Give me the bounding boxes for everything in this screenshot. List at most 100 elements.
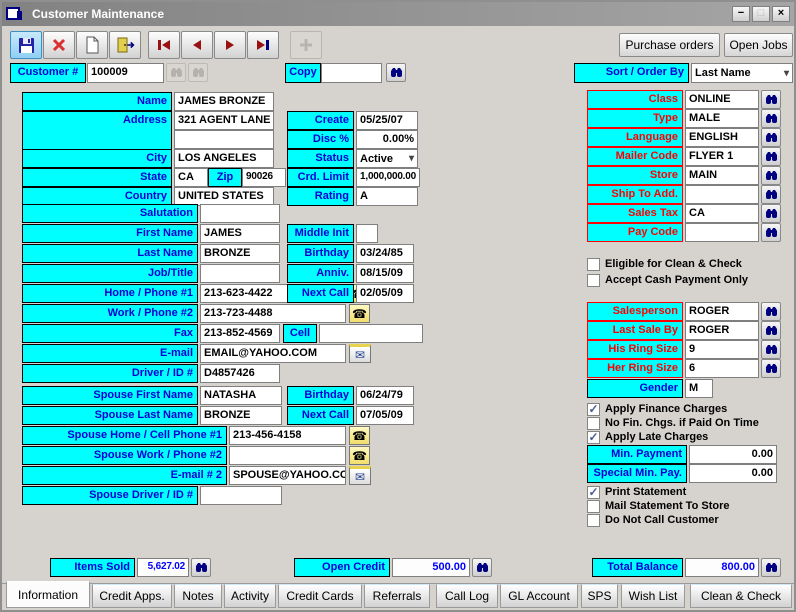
spouse-work-phone-dial-button[interactable]: ☎ bbox=[349, 446, 370, 465]
rating-input[interactable]: A bbox=[356, 187, 418, 206]
language-input[interactable]: ENGLISH bbox=[685, 128, 759, 147]
middle-init-input[interactable] bbox=[356, 224, 378, 243]
last-name-input[interactable]: BRONZE bbox=[200, 244, 280, 263]
tab-information[interactable]: Information bbox=[6, 581, 90, 608]
gender-input[interactable]: M bbox=[685, 379, 713, 398]
tab-credit-cards[interactable]: Credit Cards bbox=[278, 584, 362, 608]
ship-to-search-button[interactable] bbox=[761, 185, 781, 204]
open-jobs-button[interactable]: Open Jobs bbox=[724, 33, 793, 57]
copy-search-button[interactable] bbox=[386, 63, 406, 82]
spouse-first-name-input[interactable]: NATASHA bbox=[200, 386, 282, 405]
apply-late-charges-checkbox[interactable]: ✓ Apply Late Charges bbox=[587, 430, 708, 444]
tab-sps[interactable]: SPS bbox=[581, 584, 618, 608]
copy-input[interactable] bbox=[321, 63, 382, 83]
tab-activity[interactable]: Activity bbox=[224, 584, 276, 608]
state-input[interactable]: CA bbox=[174, 168, 208, 187]
class-search-button[interactable] bbox=[761, 90, 781, 109]
credit-limit-input[interactable]: 1,000,000.00 bbox=[356, 168, 420, 187]
her-ring-size-search-button[interactable] bbox=[761, 359, 781, 378]
ship-to-input[interactable] bbox=[685, 185, 759, 204]
first-record-button[interactable] bbox=[148, 31, 180, 59]
minimize-button[interactable]: − bbox=[732, 6, 750, 22]
class-input[interactable]: ONLINE bbox=[685, 90, 759, 109]
sort-order-dropdown[interactable]: Last Name ▾ bbox=[691, 63, 793, 83]
job-title-input[interactable] bbox=[200, 264, 280, 283]
no-fin-chgs-checkbox[interactable]: ✓ No Fin. Chgs. if Paid On Time bbox=[587, 416, 759, 430]
store-input[interactable]: MAIN bbox=[685, 166, 759, 185]
language-search-button[interactable] bbox=[761, 128, 781, 147]
open-credit-search-button[interactable] bbox=[472, 558, 492, 577]
spouse-driver-id-input[interactable] bbox=[200, 486, 282, 505]
exit-button[interactable] bbox=[109, 31, 141, 59]
send-email-button[interactable]: ✉ bbox=[349, 344, 371, 363]
close-button[interactable]: × bbox=[772, 6, 790, 22]
salesperson-search-button[interactable] bbox=[761, 302, 781, 321]
mail-statement-to-store-checkbox[interactable]: ✓ Mail Statement To Store bbox=[587, 499, 729, 513]
special-min-pay-input[interactable]: 0.00 bbox=[689, 464, 777, 483]
type-input[interactable]: MALE bbox=[685, 109, 759, 128]
eligible-clean-check-checkbox[interactable]: ✓ Eligible for Clean & Check bbox=[587, 257, 742, 271]
sales-tax-search-button[interactable] bbox=[761, 204, 781, 223]
delete-button[interactable] bbox=[43, 31, 75, 59]
mailer-code-search-button[interactable] bbox=[761, 147, 781, 166]
status-dropdown[interactable]: Active ▾ bbox=[356, 149, 418, 168]
save-button[interactable] bbox=[10, 31, 42, 59]
store-search-button[interactable] bbox=[761, 166, 781, 185]
tab-wish-list[interactable]: Wish List bbox=[621, 584, 685, 608]
disc-input[interactable]: 0.00% bbox=[356, 130, 418, 149]
cell-input[interactable] bbox=[319, 324, 423, 343]
spouse-home-phone-input[interactable]: 213-456-4158 bbox=[229, 426, 346, 445]
his-ring-size-search-button[interactable] bbox=[761, 340, 781, 359]
first-name-input[interactable]: JAMES bbox=[200, 224, 280, 243]
spouse-work-phone-input[interactable] bbox=[229, 446, 346, 465]
new-record-button[interactable] bbox=[76, 31, 108, 59]
city-input[interactable]: LOS ANGELES bbox=[174, 149, 274, 168]
his-ring-size-input[interactable]: 9 bbox=[685, 340, 759, 359]
address-input[interactable]: 321 AGENT LANE bbox=[174, 111, 274, 130]
print-statement-checkbox[interactable]: ✓ Print Statement bbox=[587, 485, 686, 499]
spouse-last-name-input[interactable]: BRONZE bbox=[200, 406, 282, 425]
tab-clean-check[interactable]: Clean & Check bbox=[690, 584, 792, 608]
customer-number-input[interactable]: 100009 bbox=[87, 63, 164, 83]
email-input[interactable]: EMAIL@YAHOO.COM bbox=[200, 344, 346, 363]
send-email2-button[interactable]: ✉ bbox=[349, 466, 371, 485]
tab-referrals[interactable]: Referrals bbox=[364, 584, 430, 608]
total-balance-search-button[interactable] bbox=[761, 558, 781, 577]
type-search-button[interactable] bbox=[761, 109, 781, 128]
purchase-orders-button[interactable]: Purchase orders bbox=[619, 33, 720, 57]
email2-input[interactable]: SPOUSE@YAHOO.COM bbox=[229, 466, 346, 485]
apply-finance-charges-checkbox[interactable]: ✓ Apply Finance Charges bbox=[587, 402, 727, 416]
last-sale-by-search-button[interactable] bbox=[761, 321, 781, 340]
zip-input[interactable]: 90026 bbox=[242, 168, 286, 187]
work-phone-dial-button[interactable]: ☎ bbox=[349, 304, 370, 323]
fax-input[interactable]: 213-852-4569 bbox=[200, 324, 280, 343]
salesperson-input[interactable]: ROGER bbox=[685, 302, 759, 321]
address2-input[interactable] bbox=[174, 130, 274, 149]
driver-id-input[interactable]: D4857426 bbox=[200, 364, 280, 383]
previous-record-button[interactable] bbox=[181, 31, 213, 59]
last-sale-by-input[interactable]: ROGER bbox=[685, 321, 759, 340]
last-record-button[interactable] bbox=[247, 31, 279, 59]
spouse-next-call-input[interactable]: 07/05/09 bbox=[356, 406, 414, 425]
min-payment-input[interactable]: 0.00 bbox=[689, 445, 777, 464]
accept-cash-only-checkbox[interactable]: ✓ Accept Cash Payment Only bbox=[587, 273, 748, 287]
birthday-input[interactable]: 03/24/85 bbox=[356, 244, 414, 263]
next-call-input[interactable]: 02/05/09 bbox=[356, 284, 414, 303]
her-ring-size-input[interactable]: 6 bbox=[685, 359, 759, 378]
spouse-birthday-input[interactable]: 06/24/79 bbox=[356, 386, 414, 405]
salutation-input[interactable] bbox=[200, 204, 280, 223]
pay-code-search-button[interactable] bbox=[761, 223, 781, 242]
items-sold-search-button[interactable] bbox=[191, 558, 211, 577]
work-phone-input[interactable]: 213-723-4488 bbox=[200, 304, 346, 323]
name-input[interactable]: JAMES BRONZE bbox=[174, 92, 274, 111]
tab-credit-apps[interactable]: Credit Apps. bbox=[92, 584, 172, 608]
next-record-button[interactable] bbox=[214, 31, 246, 59]
anniversary-input[interactable]: 08/15/09 bbox=[356, 264, 414, 283]
maximize-button[interactable]: □ bbox=[752, 6, 770, 22]
tab-call-log[interactable]: Call Log bbox=[436, 584, 498, 608]
sales-tax-input[interactable]: CA bbox=[685, 204, 759, 223]
tab-notes[interactable]: Notes bbox=[174, 584, 222, 608]
tab-gl-account[interactable]: GL Account bbox=[500, 584, 578, 608]
spouse-home-phone-dial-button[interactable]: ☎ bbox=[349, 426, 370, 445]
mailer-code-input[interactable]: FLYER 1 bbox=[685, 147, 759, 166]
